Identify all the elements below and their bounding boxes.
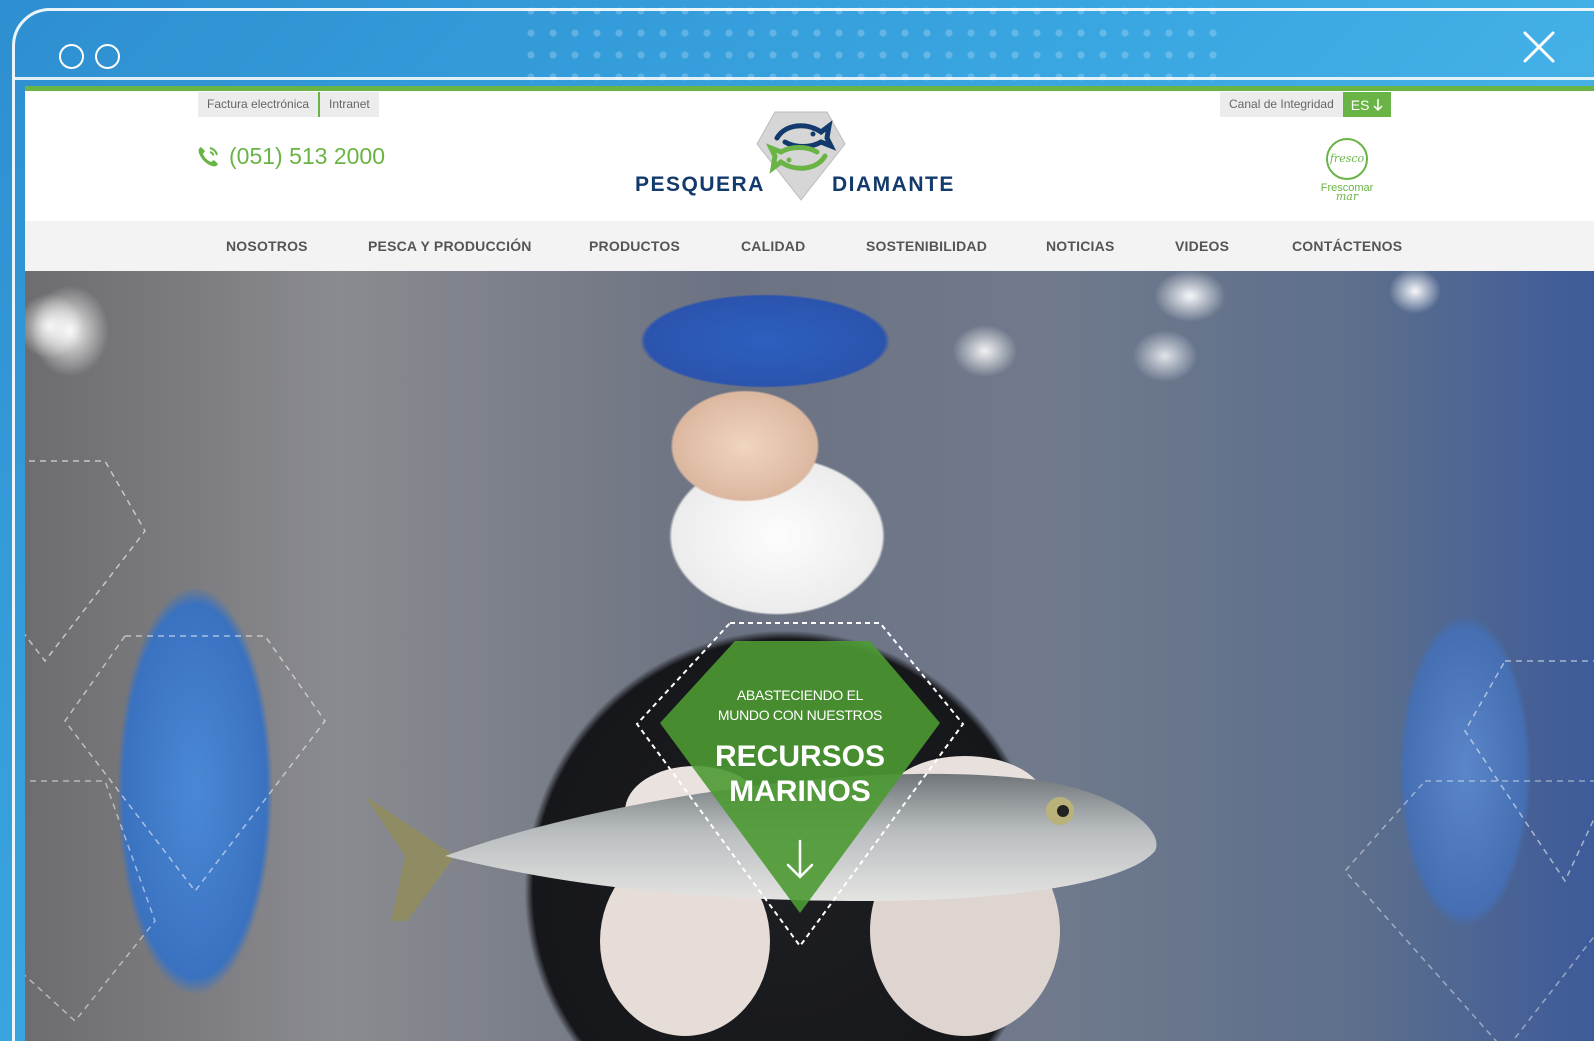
frescomar-link[interactable]: fresco mar Frescomar [1312, 138, 1382, 203]
top-accent-bar [25, 86, 1594, 91]
main-navigation: NOSOTROS PESCA Y PRODUCCIÓN PRODUCTOS CA… [25, 221, 1594, 271]
nav-item-noticias[interactable]: NOTICIAS [1046, 238, 1115, 254]
scroll-down-button[interactable] [785, 839, 815, 881]
window-control-circle[interactable] [95, 44, 120, 69]
nav-item-sostenibilidad[interactable]: SOSTENIBILIDAD [866, 238, 987, 254]
factura-electronica-link[interactable]: Factura electrónica [198, 92, 319, 117]
window-controls [59, 44, 120, 69]
hero-banner: ABASTECIENDO EL MUNDO CON NUESTROS RECUR… [25, 271, 1594, 1041]
close-icon[interactable] [1522, 30, 1556, 64]
hero-subtitle-line2: MUNDO CON NUESTROS [717, 707, 883, 723]
decorative-diamond-outline [25, 460, 326, 1023]
frescomar-label: Frescomar [1320, 182, 1374, 194]
intranet-link[interactable]: Intranet [320, 92, 379, 117]
hero-subtitle: ABASTECIENDO EL MUNDO CON NUESTROS [635, 685, 965, 725]
nav-item-contactenos[interactable]: CONTÁCTENOS [1292, 238, 1402, 254]
hero-title-line1: RECURSOS [714, 740, 886, 773]
canal-integridad-link[interactable]: Canal de Integridad [1220, 92, 1343, 117]
website: Factura electrónica Intranet Canal de In… [25, 86, 1594, 1041]
titlebar-divider [14, 77, 1594, 80]
pesquera-diamante-logo[interactable]: PESQUERA DIAMANTE [633, 110, 969, 202]
arrow-down-icon [786, 839, 814, 879]
hero-title-line2: MARINOS [729, 775, 871, 808]
nav-item-videos[interactable]: VIDEOS [1175, 238, 1229, 254]
language-selector[interactable]: ES [1342, 92, 1392, 117]
language-label: ES [1350, 96, 1370, 113]
utility-links: Factura electrónica Intranet [198, 92, 379, 117]
decorative-diamond-outline [1343, 660, 1594, 1041]
hero-diamond-badge: ABASTECIENDO EL MUNDO CON NUESTROS RECUR… [635, 621, 965, 951]
nav-item-calidad[interactable]: CALIDAD [741, 238, 805, 254]
phone-contact[interactable]: (051) 513 2000 [195, 143, 385, 170]
logo-text-right: DIAMANTE [832, 173, 955, 196]
phone-icon [198, 146, 218, 166]
arrow-down-icon [1373, 98, 1383, 111]
logo-text-left: PESQUERA [635, 173, 765, 196]
utility-right: Canal de Integridad ES [1220, 92, 1392, 117]
hero-title: RECURSOS MARINOS [635, 739, 965, 809]
window-control-circle[interactable] [59, 44, 84, 69]
hero-subtitle-line1: ABASTECIENDO EL [736, 687, 864, 703]
nav-item-pesca-produccion[interactable]: PESCA Y PRODUCCIÓN [368, 238, 532, 254]
nav-item-productos[interactable]: PRODUCTOS [589, 238, 680, 254]
nav-item-nosotros[interactable]: NOSOTROS [226, 238, 308, 254]
frescomar-logo: fresco mar [1326, 138, 1368, 203]
phone-number: (051) 513 2000 [229, 143, 386, 169]
